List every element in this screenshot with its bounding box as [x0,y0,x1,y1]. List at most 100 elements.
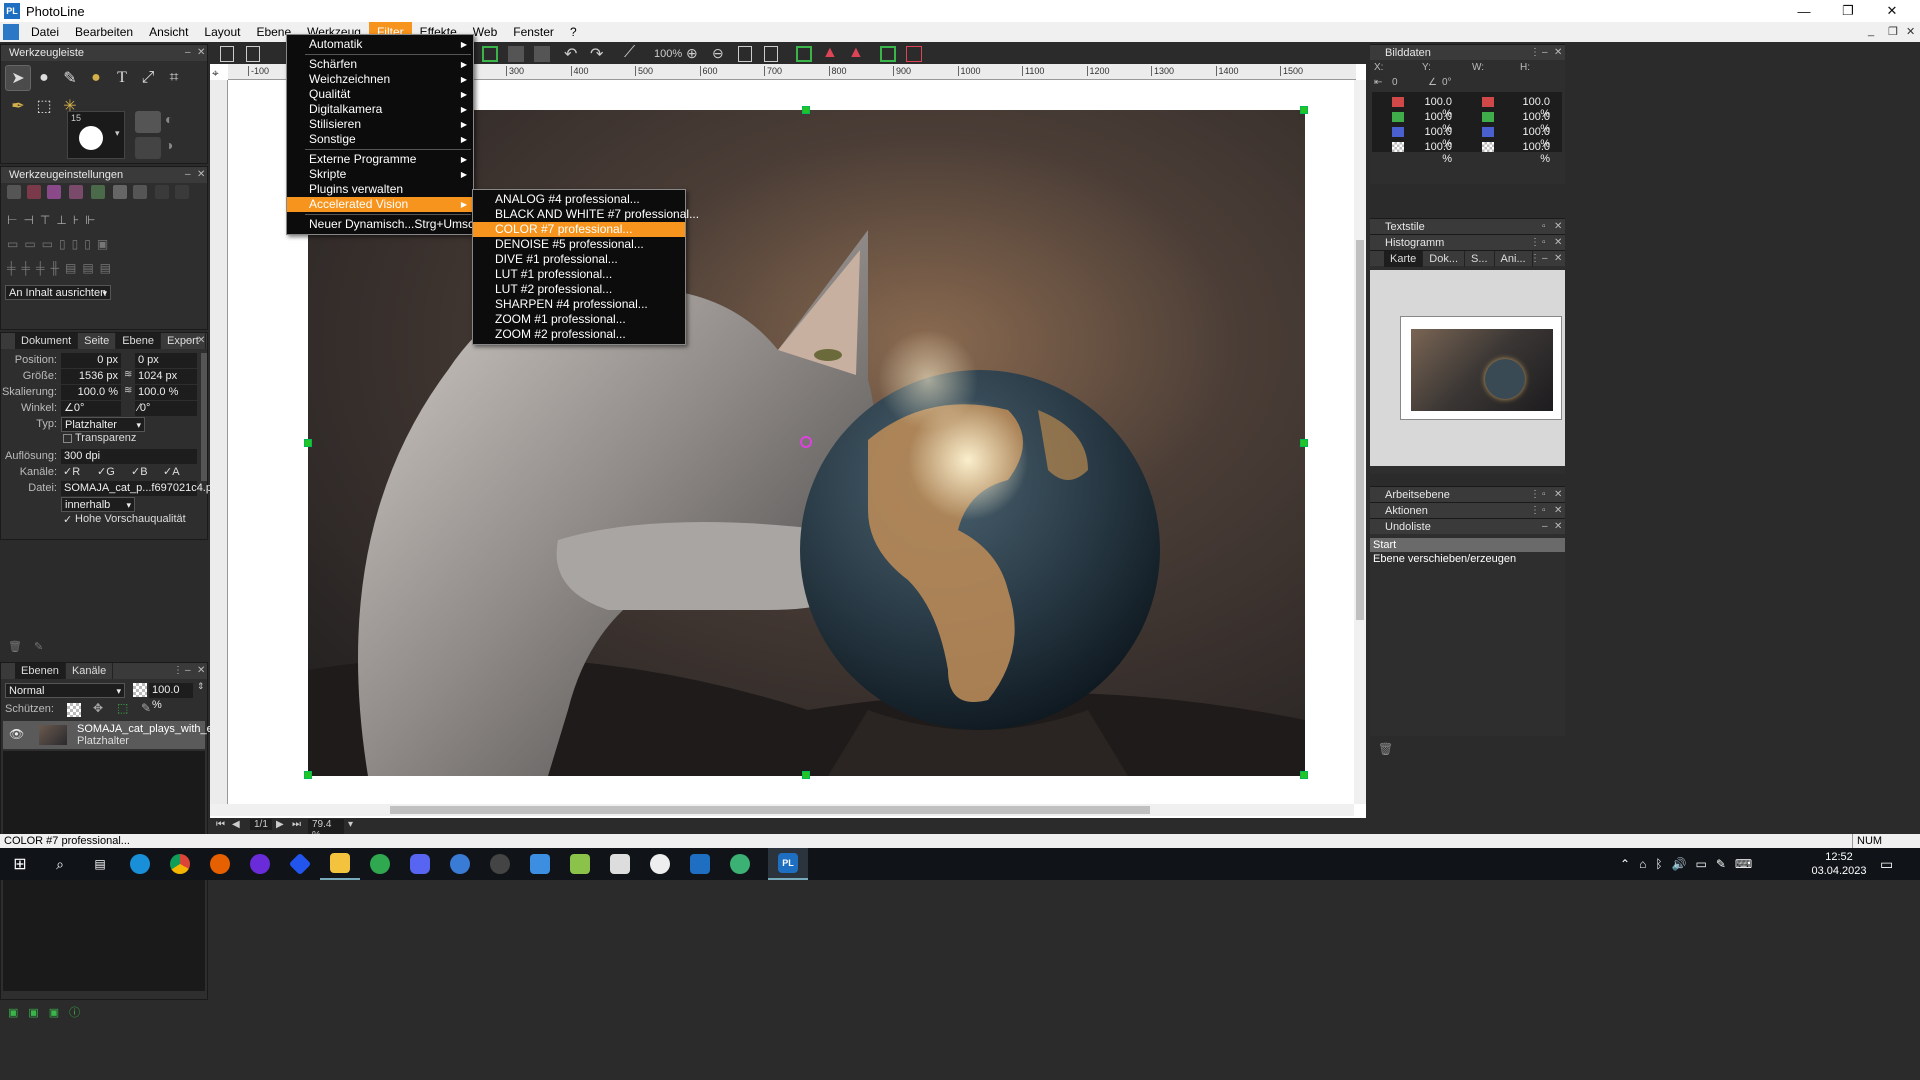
task-view-button[interactable]: ▤ [80,848,120,880]
panel-close-icon[interactable]: ✕ [197,663,205,679]
vertical-scrollbar[interactable] [1354,80,1366,804]
panel-close-icon[interactable]: ✕ [197,167,205,183]
layer-row[interactable]: 👁 SOMAJA_cat_plays_with_earth_a... Platz… [3,721,253,749]
position-y-field[interactable]: 0 px [135,353,197,368]
panel-float-icon[interactable]: ▫ [1542,487,1546,503]
panel-float-icon[interactable]: ▫ [1542,235,1546,251]
tray-bluetooth-icon[interactable]: ᛒ [1655,857,1662,871]
crop-green-icon[interactable] [482,46,498,62]
redo-icon[interactable]: ↷ [590,44,603,64]
av-item-zoom-2[interactable]: ZOOM #2 professional... [473,327,685,342]
resize-handle-br[interactable] [1300,771,1308,779]
app-menu-icon[interactable] [3,24,19,40]
first-page-icon[interactable]: ⏮ [216,819,225,830]
tab-s[interactable]: S... [1465,251,1495,267]
tray-network-icon[interactable]: ⌂ [1639,857,1646,871]
menu-datei[interactable]: Datei [23,22,67,42]
next-page-icon[interactable]: ▶ [276,819,284,830]
minimize-icon[interactable]: — [1782,0,1826,22]
filter-item-plugins-verwalten[interactable]: Plugins verwalten [287,182,473,197]
zoom-100-button[interactable]: 100% [654,48,682,60]
selection-options-icon[interactable] [906,46,922,62]
undo-item-move-layer[interactable]: Ebene verschieben/erzeugen [1370,552,1565,566]
filter-item-neuer-dynamisch[interactable]: Neuer Dynamisch...Strg+Umschalt+L [287,217,507,232]
prev-page-icon[interactable]: ◀ [232,819,240,830]
fill-tool-icon[interactable]: ● [83,65,109,91]
shear-field[interactable]: ∕0° [135,401,197,416]
protect-paint-icon[interactable]: ✎ [141,701,151,715]
tray-display-icon[interactable]: ▭ [1695,857,1706,871]
align-buttons-row-1[interactable]: ⊢⊣⊤⊥⊦⊩ [7,213,102,227]
start-button[interactable]: ⊞ [0,848,40,880]
brush-preview[interactable]: 15 ▾ [67,111,125,159]
channel-a-checkbox[interactable]: ✓A [163,465,180,478]
file-field[interactable]: SOMAJA_cat_p...f697021c4.png [61,481,224,496]
resize-handle-t[interactable] [802,106,810,114]
panel-scrollbar[interactable] [201,353,207,481]
av-item-bw-7[interactable]: BLACK AND WHITE #7 professional... [473,207,699,222]
menu-ansicht[interactable]: Ansicht [141,22,196,42]
notification-icon[interactable]: ▭ [1880,856,1893,873]
protect-transparency-icon[interactable] [67,703,81,717]
align-grid-icon[interactable] [91,185,105,199]
horizontal-scroll-thumb[interactable] [390,806,1150,814]
align-buttons-row-2[interactable]: ▭▭▭▯▯▯▣ [7,237,114,251]
filter-item-automatik[interactable]: Automatik ▶ [287,37,473,52]
resize-handle-l[interactable] [304,439,312,447]
fit-width-icon[interactable] [764,46,778,62]
transform-icon[interactable] [796,46,812,62]
filter-item-qualitaet[interactable]: Qualität ▶ [287,87,473,102]
tab-karte[interactable]: Karte [1384,251,1424,267]
panel-menu-icon[interactable]: ⋮ [1530,251,1540,267]
tab-kanaele[interactable]: Kanäle [66,663,114,679]
close-icon[interactable]: ✕ [1870,0,1914,22]
select-area-icon[interactable] [880,46,896,62]
resize-handle-r[interactable] [1300,439,1308,447]
ruler-tool-icon[interactable]: ⟋ [624,44,635,62]
delete-icon[interactable]: 🗑 [8,640,22,653]
menu-bearbeiten[interactable]: Bearbeiten [67,22,141,42]
tray-chevron-up-icon[interactable]: ⌃ [1620,857,1630,871]
panel-close-icon[interactable]: ✕ [1554,219,1562,235]
align-dropdown[interactable]: An Inhalt ausrichten ▾ [5,285,111,300]
panel-menu-icon[interactable]: ⋮ [1530,503,1540,519]
taskbar-photoline[interactable]: PL [768,848,808,880]
undo-icon[interactable]: ↶ [564,44,577,64]
last-page-icon[interactable]: ⏭ [292,819,301,830]
copy-icon[interactable] [508,46,524,62]
pointer-tool-icon[interactable]: ➤ [5,65,31,91]
tab-ani[interactable]: Ani... [1495,251,1533,267]
av-item-lut-2[interactable]: LUT #2 professional... [473,282,685,297]
taskbar-chrome[interactable] [160,848,200,880]
menu-layout[interactable]: Layout [196,22,248,42]
taskbar-diamond[interactable] [280,848,320,880]
open-document-icon[interactable] [246,46,260,62]
tray-pen-icon[interactable]: ✎ [1716,857,1726,871]
taskbar-calculator[interactable] [600,848,640,880]
angle-field[interactable]: ∠0° [61,401,121,416]
panel-minimize-icon[interactable]: – [185,45,191,61]
horizontal-scrollbar[interactable] [210,804,1354,816]
panel-minimize-icon[interactable]: – [185,333,191,349]
panel-minimize-icon[interactable]: – [1542,519,1548,535]
resolution-field[interactable]: 300 dpi [61,449,197,464]
taskbar-app-notes[interactable] [560,848,600,880]
panel-close-icon[interactable]: ✕ [1554,235,1562,251]
doc-restore-icon[interactable]: ❐ [1888,25,1898,38]
av-item-dive-1[interactable]: DIVE #1 professional... [473,252,685,267]
fit-mode-dropdown[interactable]: innerhalb ▾ [61,497,135,512]
channel-b-checkbox[interactable]: ✓B [131,465,148,478]
taskbar-edge[interactable] [120,848,160,880]
taskbar-explorer[interactable] [320,848,360,880]
panel-close-icon[interactable]: ✕ [1554,503,1562,519]
link-icon[interactable]: ≋ [124,385,132,396]
quickmask-alt-icon[interactable]: ◑ [165,137,185,159]
panel-float-icon[interactable]: ▫ [1542,503,1546,519]
settings-gear-icon[interactable] [133,185,147,199]
vertical-scroll-thumb[interactable] [1356,240,1364,620]
position-x-field[interactable]: 0 px [61,353,121,368]
taskbar-discord[interactable] [400,848,440,880]
panel-float-icon[interactable]: ▫ [1542,219,1546,235]
undo-header[interactable]: Undoliste – ✕ [1370,518,1565,534]
taskbar-clock[interactable]: 12:52 03.04.2023 [1806,850,1872,878]
